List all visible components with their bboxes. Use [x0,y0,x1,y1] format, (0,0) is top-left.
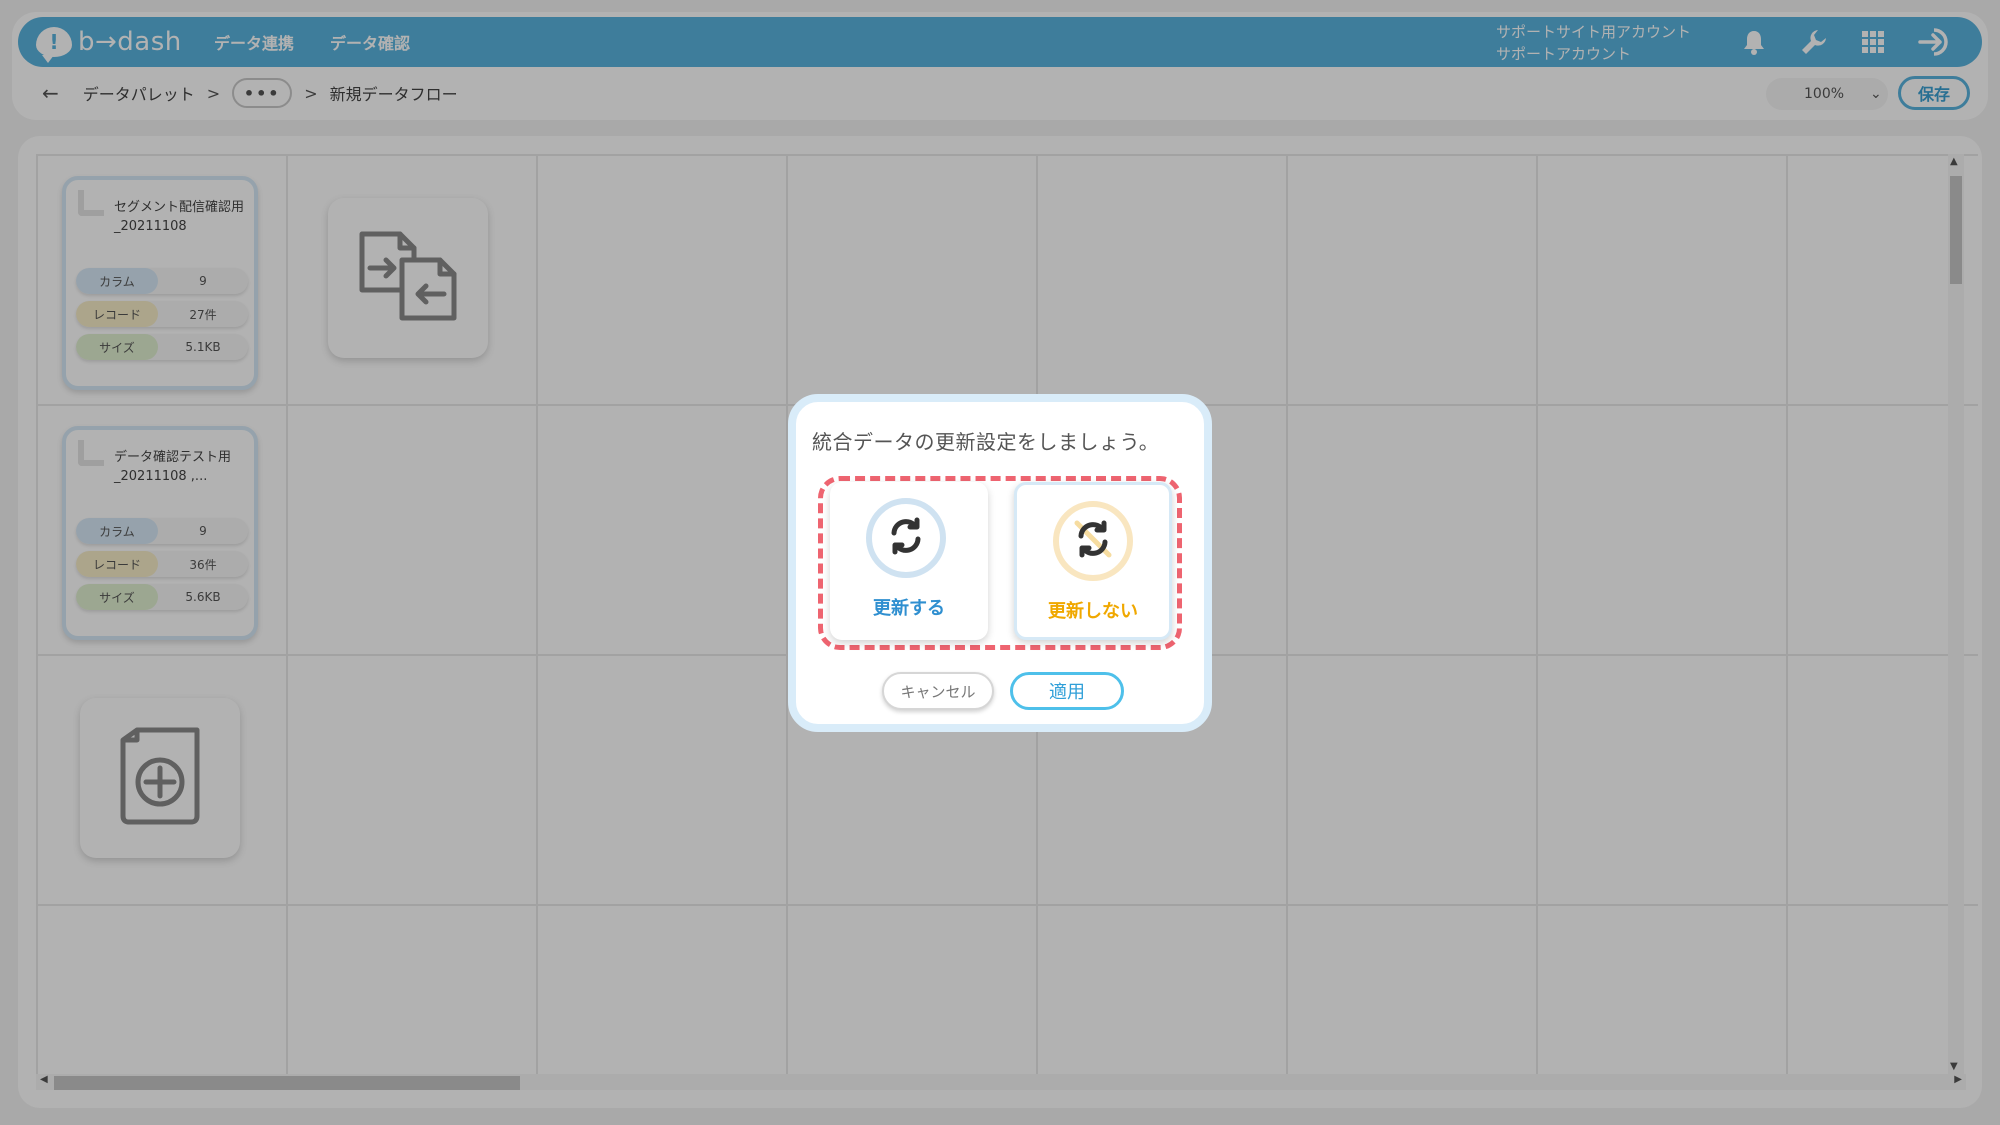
refresh-icon [886,516,926,560]
no-update-option-button[interactable]: 更新しない [1014,482,1172,640]
apply-button[interactable]: 適用 [1010,672,1124,710]
no-update-option-label: 更新しない [1048,601,1138,622]
no-refresh-icon [1071,517,1115,565]
no-refresh-icon-circle [1053,501,1133,581]
update-settings-dialog: 統合データの更新設定をしましょう。 更新する 更新しない キャンセル 適用 [788,394,1212,732]
cancel-button[interactable]: キャンセル [882,672,994,710]
dialog-title: 統合データの更新設定をしましょう。 [812,430,1160,454]
update-option-button[interactable]: 更新する [830,482,988,640]
update-option-label: 更新する [873,598,945,619]
refresh-icon-circle [866,498,946,578]
